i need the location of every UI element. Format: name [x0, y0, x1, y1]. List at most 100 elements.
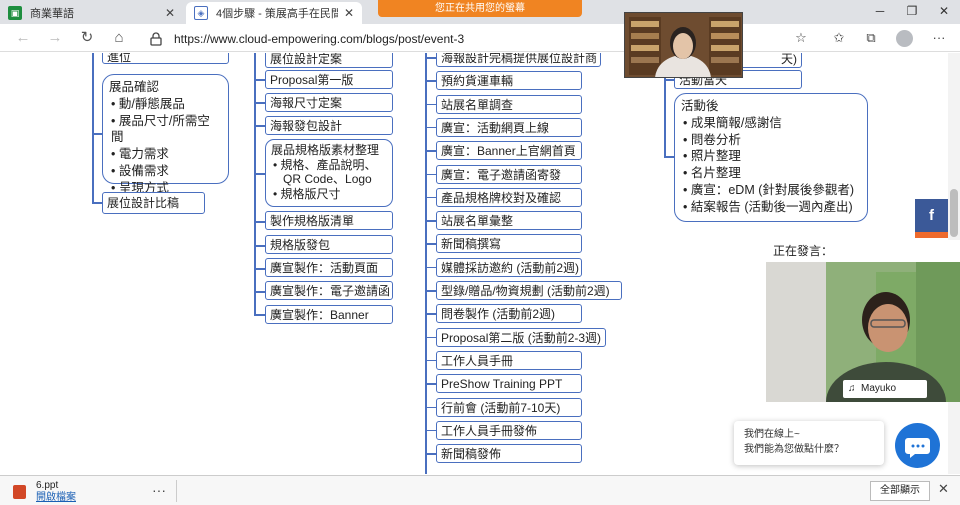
connector — [425, 290, 436, 292]
share-button[interactable] — [915, 232, 948, 238]
star-icon[interactable]: ☆ — [790, 28, 812, 48]
favorites-icon[interactable]: ✩ — [828, 28, 850, 48]
connector — [92, 202, 102, 204]
post-event-box: 活動後 成果簡報/感謝信 問卷分析 照片整理 名片整理 廣宣：eDM (針對展後… — [674, 93, 868, 222]
home-icon[interactable]: ⌂ — [108, 28, 130, 48]
list-item: 成果簡報/感謝信 — [681, 115, 861, 132]
timeline-node: 型錄/贈品/物資規劃 (活動前2週) — [436, 281, 622, 300]
download-more-icon[interactable]: ··· — [152, 482, 166, 498]
connector — [254, 291, 265, 293]
chat-greeting-bubble[interactable]: 我們在線上~ 我們能為您做點什麼？ — [734, 421, 884, 465]
timeline-node: 問卷製作 (活動前2週) — [436, 304, 582, 324]
connector — [425, 57, 436, 59]
list-item-continued: QR Code、Logo — [283, 172, 372, 186]
box-title: 活動後 — [681, 99, 719, 113]
connector — [254, 173, 265, 175]
chat-line: 我們能為您做點什麼？ — [744, 444, 844, 455]
mindmap-node: 展位設計定案 — [265, 53, 393, 68]
profile-icon[interactable] — [896, 30, 913, 47]
more-icon[interactable]: ··· — [928, 28, 950, 48]
connector — [425, 243, 436, 245]
connector — [425, 383, 436, 385]
connector — [425, 220, 436, 222]
connector — [254, 245, 265, 247]
timeline-node: 廣宣：電子邀請函寄發 — [436, 164, 582, 184]
mindmap-node: 進位 — [102, 53, 229, 64]
mindmap-node: 海報尺寸定案 — [265, 93, 393, 112]
connector — [254, 268, 265, 270]
connector — [664, 156, 674, 158]
mindmap-node: 廣宣製作：Banner — [265, 305, 393, 324]
list-item: 規格版尺寸 — [271, 187, 387, 202]
connector — [254, 102, 265, 104]
list-item: 結案報告 (活動後一週內產出) — [681, 199, 861, 216]
list-item: 展品尺寸/所需空間 — [109, 113, 222, 147]
powerpoint-file-icon — [13, 485, 26, 499]
speaking-label: 正在發言： — [766, 240, 960, 262]
list-item: 電力需求 — [109, 146, 222, 163]
connector — [254, 314, 265, 316]
url-text: https://www.cloud-empowering.com/blogs/p… — [174, 32, 465, 46]
connector — [92, 133, 102, 135]
timeline-node: 工作人員手冊 — [436, 350, 582, 370]
connector — [425, 103, 436, 106]
connector — [425, 336, 436, 339]
tab-commerce-chinese[interactable]: ▣ 商業華語 ✕ — [0, 2, 183, 24]
connector — [92, 53, 94, 203]
timeline-node: 產品規格牌校對及確認 — [436, 187, 582, 207]
download-bar: 6.ppt 開啟檔案 ··· 全部顯示 ✕ — [0, 475, 960, 505]
back-icon[interactable]: ← — [12, 28, 34, 48]
chat-bubble-icon — [905, 438, 930, 458]
timeline-node: 工作人員手冊發佈 — [436, 420, 582, 440]
connector — [425, 53, 427, 474]
chat-line: 我們在線上~ — [744, 429, 800, 440]
connector — [425, 196, 436, 199]
list-item: 動/靜態展品 — [109, 96, 222, 113]
classroom-icon: ▣ — [8, 6, 22, 20]
connector — [425, 80, 436, 82]
timeline-node: 廣宣：Banner上官網首頁 — [436, 141, 582, 161]
mindmap-node: 製作規格版清單 — [265, 211, 393, 230]
maximize-icon[interactable]: ❐ — [896, 0, 928, 24]
timeline-node: 廣宣：活動網頁上線 — [436, 117, 582, 137]
open-file-link[interactable]: 開啟檔案 — [36, 492, 76, 504]
connector — [425, 453, 436, 455]
tab-event-article[interactable]: ◈ 4個步驟 - 策展高手在民間 - 雲移 ✕ — [186, 2, 362, 24]
site-icon: ◈ — [194, 6, 208, 20]
connector — [254, 221, 265, 223]
minimize-icon[interactable]: ─ — [864, 0, 896, 24]
chat-launcher-button[interactable] — [895, 423, 940, 468]
timeline-node: 新聞稿發佈 — [436, 444, 582, 464]
timeline-node: Proposal第二版 (活動前2-3週) — [436, 327, 606, 347]
show-all-button[interactable]: 全部顯示 — [870, 481, 930, 501]
mindmap-node: 規格版發包 — [265, 235, 393, 254]
connector — [425, 429, 436, 432]
close-tab-icon[interactable]: ✕ — [338, 6, 354, 20]
tab-title: 4個步驟 - 策展高手在民間 - 雲移 — [216, 8, 338, 20]
headset-icon: ♫ — [848, 383, 856, 394]
connector — [425, 173, 436, 175]
scrollbar-thumb[interactable] — [950, 189, 958, 237]
close-download-bar-icon[interactable]: ✕ — [938, 481, 949, 497]
refresh-icon[interactable]: ↻ — [76, 28, 98, 48]
timeline-node: 預約貨運車輛 — [436, 71, 582, 91]
connector — [254, 125, 265, 127]
download-item[interactable]: 6.ppt 開啟檔案 — [36, 480, 76, 504]
close-tab-icon[interactable]: ✕ — [159, 6, 175, 20]
lock-icon — [150, 32, 162, 46]
facebook-share-button[interactable]: f — [915, 199, 948, 232]
mindmap-node: Proposal第一版 — [265, 70, 393, 89]
divider — [176, 480, 177, 502]
box-title: 展品規格版素材整理 — [271, 143, 380, 157]
presenter-video-image — [625, 13, 742, 77]
collections-icon[interactable]: ⧉ — [860, 28, 882, 48]
spec-board-box: 展品規格版素材整理 規格、產品說明、 QR Code、Logo 規格版尺寸 — [265, 139, 393, 207]
mindmap-node: 廣宣製作：電子邀請函 — [265, 281, 393, 300]
forward-icon[interactable]: → — [44, 28, 66, 48]
connector — [425, 126, 436, 129]
mindmap-node: 廣宣製作：活動頁面 — [265, 258, 393, 277]
connector — [425, 150, 436, 152]
window-close-icon[interactable]: ✕ — [928, 0, 960, 24]
tab-bar: ▣ 商業華語 ✕ ◈ 4個步驟 - 策展高手在民間 - 雲移 ✕ 您正在共用您的… — [0, 0, 960, 24]
connector — [254, 53, 256, 315]
